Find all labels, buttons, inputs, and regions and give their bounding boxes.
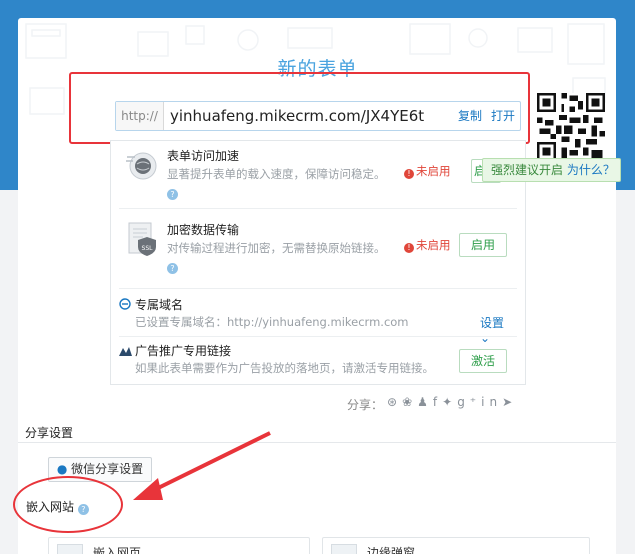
feature-access-acceleration: 表单访问加速 显著提升表单的载入速度，保障访问稳定。 ? !未启用 启用 (119, 141, 517, 209)
why-link[interactable]: 为什么？ (567, 163, 615, 177)
svg-text:SSL: SSL (142, 245, 154, 252)
feature-encrypted-transfer: SSL 加密数据传输 对传输过程进行加密，无需替换原始链接。 ? ! 未启用 启用 (119, 215, 517, 289)
feature-title: 专属域名 (135, 298, 184, 312)
googleplus-icon[interactable]: g⁺ (457, 395, 481, 409)
share-label: 分享： (347, 398, 384, 412)
qr-code-icon[interactable] (537, 93, 605, 161)
feature-ad-link: 广告推广专用链接 如果此表单需要作为广告投放的落地页，请激活专用链接。 激活 (119, 339, 517, 385)
feature-title: 表单访问加速 (167, 149, 240, 163)
domain-icon (119, 298, 131, 310)
divider (18, 442, 616, 443)
alert-icon: ! (404, 169, 414, 179)
wechat-icon[interactable]: ❀ (402, 395, 417, 409)
embed-option-popup[interactable]: 边缘弹窗 (322, 537, 590, 554)
feature-description: 已设置专属域名：http://yinhuafeng.mikecrm.com (135, 315, 409, 329)
enable-encryption-button[interactable]: 启用 (459, 233, 507, 257)
ssl-lock-icon: SSL (128, 222, 156, 256)
share-icons: ⊛❀♟f✦g⁺in➤ (387, 395, 517, 409)
share-settings-title: 分享设置 (25, 426, 74, 440)
feature-title: 加密数据传输 (167, 223, 240, 237)
feature-title: 广告推广专用链接 (135, 344, 232, 358)
telegram-icon[interactable]: ➤ (502, 395, 517, 409)
qq-icon[interactable]: ♟ (417, 395, 433, 409)
feature-description: 显著提升表单的载入速度，保障访问稳定。 ? (167, 167, 386, 200)
wechat-icon: ● (56, 462, 68, 476)
status-badge: ! 未启用 (404, 237, 451, 253)
feature-description: 对传输过程进行加密，无需替换原始链接。 ? (167, 241, 386, 274)
tooltip-text: 强烈建议开启 (491, 163, 564, 177)
feature-description: 如果此表单需要作为广告投放的落地页，请激活专用链接。 (135, 361, 434, 375)
ad-chart-icon (119, 347, 132, 356)
activate-ad-link-button[interactable]: 激活 (459, 349, 507, 373)
weibo-icon[interactable]: ⊛ (387, 395, 402, 409)
linkedin-icon[interactable]: in (481, 395, 502, 409)
annotation-ellipse (13, 476, 123, 533)
twitter-icon[interactable]: ✦ (442, 395, 457, 409)
help-icon[interactable]: ? (167, 263, 178, 274)
alert-icon: ! (404, 243, 414, 253)
feature-custom-domain: 专属域名 已设置专属域名：http://yinhuafeng.mikecrm.c… (119, 293, 517, 345)
globe-speed-icon (126, 152, 157, 180)
popup-icon (331, 544, 357, 554)
status-badge: ! 未启用 (404, 163, 451, 179)
facebook-icon[interactable]: f (433, 395, 442, 409)
annotation-rectangle (69, 72, 530, 144)
webpage-icon (57, 544, 83, 554)
embed-option-webpage[interactable]: 嵌入网页 (48, 537, 310, 554)
help-icon[interactable]: ? (167, 189, 178, 200)
form-settings-panel: 表单访问加速 显著提升表单的载入速度，保障访问稳定。 ? !未启用 启用 SSL… (110, 140, 526, 385)
recommendation-tooltip: 强烈建议开启 为什么？ (482, 158, 621, 182)
